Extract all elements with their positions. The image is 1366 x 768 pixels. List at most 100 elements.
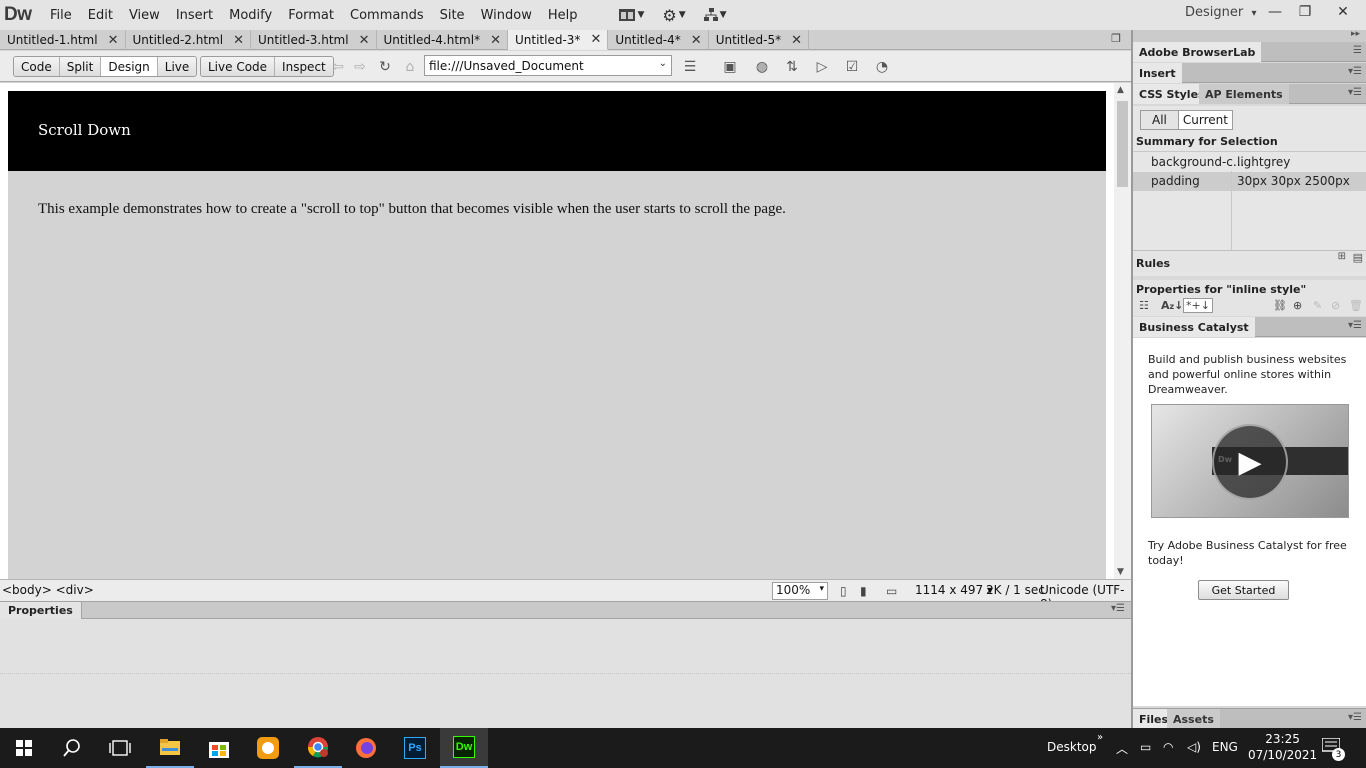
design-view-canvas[interactable]: Scroll Down This example demonstrates ho… <box>0 83 1114 579</box>
window-size[interactable]: 1114 x 497 ▾ <box>915 583 993 597</box>
doc-tab[interactable]: Untitled-5* ✕ <box>709 30 810 50</box>
refresh-icon[interactable]: ↻ <box>375 57 395 77</box>
close-tab-icon[interactable]: ✕ <box>691 33 702 48</box>
browserlab-tab[interactable]: Adobe BrowserLab <box>1133 42 1262 62</box>
properties-tab[interactable]: Properties <box>0 602 82 619</box>
menu-insert[interactable]: Insert <box>168 8 221 23</box>
close-button[interactable]: ✕ <box>1320 0 1366 24</box>
doc-tab[interactable]: Untitled-4.html* ✕ <box>377 30 508 50</box>
address-bar[interactable]: file:///Unsaved_Document ⌄ <box>424 55 672 76</box>
split-view-button[interactable]: Split <box>59 57 102 76</box>
preview-browser-icon[interactable]: ◍ <box>752 57 772 77</box>
insert-tab[interactable]: Insert <box>1133 63 1182 83</box>
browser-compat-icon[interactable]: ◔ <box>872 57 892 77</box>
panel-menu-icon[interactable]: ▾☰ <box>1348 66 1362 77</box>
chevron-down-icon[interactable]: ⌄ <box>659 58 667 69</box>
category-view-icon[interactable]: ☷ <box>1139 299 1149 312</box>
panel-menu-icon[interactable]: ▾☰ <box>1111 603 1125 614</box>
attach-stylesheet-icon[interactable]: ⛓ <box>1273 299 1287 312</box>
tag-selector[interactable]: <body> <div> <box>2 583 94 597</box>
edit-rule-icon[interactable]: ✎ <box>1313 299 1322 312</box>
doc-tab[interactable]: Untitled-2.html ✕ <box>126 30 251 50</box>
code-view-button[interactable]: Code <box>14 57 60 76</box>
site-menu-button[interactable]: ▼ <box>698 4 733 26</box>
toolbar-chevron-icon[interactable]: » <box>1097 732 1103 743</box>
assets-tab[interactable]: Assets <box>1167 709 1220 729</box>
menu-window[interactable]: Window <box>473 8 540 23</box>
multiscreen-icon[interactable]: ▣ <box>720 57 740 77</box>
dreamweaver-app[interactable]: Dw <box>440 728 488 768</box>
live-code-button[interactable]: Live Code <box>201 57 276 76</box>
volume-icon[interactable]: ◁) <box>1187 740 1201 754</box>
uc-browser-app[interactable] <box>244 728 292 768</box>
start-button[interactable] <box>0 728 48 768</box>
panel-menu-icon[interactable]: ☰ <box>1353 45 1362 56</box>
menu-help[interactable]: Help <box>540 8 586 23</box>
menu-modify[interactable]: Modify <box>221 8 280 23</box>
vertical-scrollbar[interactable]: ▲ ▼ <box>1114 83 1131 579</box>
layout-menu-button[interactable]: ▼ <box>613 4 650 26</box>
menu-file[interactable]: File <box>42 8 80 23</box>
collapse-panels-icon[interactable]: ▸▸ <box>1351 29 1360 39</box>
language-indicator[interactable]: ENG <box>1212 740 1238 754</box>
chrome-app[interactable] <box>294 728 342 768</box>
disable-icon[interactable]: ⊘ <box>1331 299 1340 312</box>
firefox-app[interactable] <box>342 728 390 768</box>
design-view-button[interactable]: Design <box>101 57 158 76</box>
notifications-button[interactable]: 3 <box>1321 737 1346 761</box>
about-icon[interactable]: ▤ <box>1353 251 1363 264</box>
close-tab-icon[interactable]: ✕ <box>791 33 802 48</box>
battery-icon[interactable]: ▭ <box>1140 740 1151 754</box>
close-tab-icon[interactable]: ✕ <box>359 33 370 48</box>
panel-menu-icon[interactable]: ▾☰ <box>1348 712 1362 723</box>
tablet-size-icon[interactable]: ▮ <box>860 584 867 598</box>
new-rule-icon[interactable]: ⊕ <box>1293 299 1302 312</box>
photoshop-app[interactable]: Ps <box>391 728 439 768</box>
alpha-view-icon[interactable]: Az↓ <box>1161 299 1183 312</box>
desktop-size-icon[interactable]: ▭ <box>886 584 897 598</box>
live-view-button[interactable]: Live <box>157 57 197 76</box>
summary-row-selected[interactable]: padding 30px 30px 2500px <box>1133 172 1366 191</box>
back-arrow-icon[interactable]: ⇦ <box>328 57 348 77</box>
panel-menu-icon[interactable]: ▾☰ <box>1348 320 1362 331</box>
store-app[interactable] <box>195 728 243 768</box>
business-catalyst-tab[interactable]: Business Catalyst <box>1133 317 1255 337</box>
menu-site[interactable]: Site <box>432 8 473 23</box>
trash-icon[interactable]: 🗑 <box>1349 299 1363 312</box>
clock[interactable]: 23:25 07/10/2021 <box>1248 731 1317 763</box>
menu-edit[interactable]: Edit <box>80 8 121 23</box>
mobile-size-icon[interactable]: ▯ <box>840 584 847 598</box>
home-icon[interactable]: ⌂ <box>400 57 420 77</box>
scroll-up-icon[interactable]: ▲ <box>1117 85 1124 95</box>
file-management-icon[interactable]: ⇅ <box>782 57 802 77</box>
ap-elements-tab[interactable]: AP Elements <box>1199 84 1289 104</box>
minimize-button[interactable]: — <box>1260 0 1290 24</box>
scroll-down-icon[interactable]: ▼ <box>1117 567 1124 577</box>
menu-view[interactable]: View <box>121 8 168 23</box>
menu-format[interactable]: Format <box>280 8 342 23</box>
task-view-button[interactable] <box>96 728 144 768</box>
close-tab-icon[interactable]: ✕ <box>233 33 244 48</box>
close-tab-icon[interactable]: ✕ <box>108 33 119 48</box>
set-properties-icon[interactable]: *+↓ <box>1183 298 1213 313</box>
mode-current-button[interactable]: Current <box>1177 111 1232 129</box>
get-started-button[interactable]: Get Started <box>1198 580 1289 600</box>
scroll-down-link[interactable]: Scroll Down <box>38 121 131 139</box>
mode-all-button[interactable]: All <box>1141 111 1178 129</box>
cascade-icon[interactable]: ⊞ <box>1338 251 1346 262</box>
wifi-icon[interactable]: ◠ <box>1163 740 1173 754</box>
restore-tabs-icon[interactable]: ❐ <box>1111 32 1121 45</box>
doc-tab[interactable]: Untitled-1.html ✕ <box>0 30 126 50</box>
play-icon[interactable]: ▶ <box>1212 424 1288 500</box>
search-button[interactable] <box>48 728 96 768</box>
workspace-switcher[interactable]: Designer ▾ <box>1185 5 1257 20</box>
restore-button[interactable]: ❐ <box>1290 0 1320 24</box>
zoom-select[interactable]: 100% ▾ <box>772 582 828 600</box>
page-options-icon[interactable]: ☰ <box>680 57 700 77</box>
bc-video-thumbnail[interactable]: Dw ▶ <box>1151 404 1349 518</box>
doc-tab-active[interactable]: Untitled-3* ✕ <box>508 30 609 50</box>
close-tab-icon[interactable]: ✕ <box>590 32 601 47</box>
visual-aids-icon[interactable]: ▷ <box>812 57 832 77</box>
summary-row[interactable]: background-c... lightgrey <box>1133 153 1366 172</box>
doc-tab[interactable]: Untitled-3.html ✕ <box>251 30 377 50</box>
